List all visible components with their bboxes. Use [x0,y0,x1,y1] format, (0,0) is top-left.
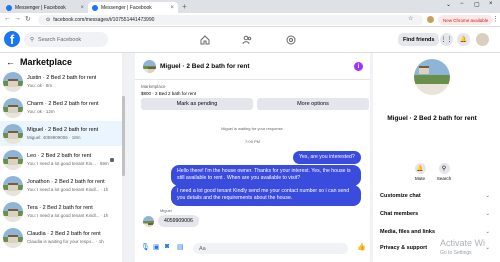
maximize-button[interactable]: ▢ [474,1,480,8]
conversation-item-active[interactable]: Miguel · 2 Bed 2 bath for rent Miguel: 40… [0,121,122,146]
messenger-favicon-icon [92,4,98,11]
tab-search-icon[interactable]: ⌄ [446,1,451,8]
site-info-icon[interactable]: ⊙ [46,17,50,23]
facebook-logo-icon[interactable]: f [4,31,20,47]
tab-close-icon[interactable]: × [80,5,84,11]
notifications-icon[interactable]: 🔔 [457,33,470,46]
mark-pending-button[interactable]: Mark as pending [141,98,253,110]
info-icon[interactable]: i [354,62,363,71]
listing-thumbnail [3,227,23,248]
facebook-header: f ⚲ Search Facebook Find friends ⋮⋮ 🔔 [0,27,500,53]
activate-windows-subtext: Go to Settings [440,250,472,256]
minimize-button[interactable]: − [460,1,464,7]
gif-icon[interactable]: ▤ [177,243,184,251]
search-input[interactable]: ⚲ Search Facebook [24,32,108,47]
more-options-button[interactable]: More options [257,98,369,110]
search-icon: ⚲ [438,163,450,174]
listing-thumbnail [3,175,23,196]
outgoing-message: I need a lot good tenant Kindly send me … [171,185,361,206]
back-arrow-icon[interactable]: ← [6,57,15,67]
close-window-button[interactable]: × [489,1,493,7]
message-sender: Miguel [160,208,172,213]
chat-header: Miguel · 2 Bed 2 bath for rent i [135,53,370,80]
chat-panel: Miguel · 2 Bed 2 bath for rent i Marketp… [135,53,370,262]
url-text: facebook.com/messages/t/107551441473990 [53,17,155,23]
menu-grid-icon[interactable]: ⋮⋮ [440,33,453,46]
profile-avatar [414,59,450,95]
back-icon[interactable]: ← [4,15,11,22]
message-timestamp: 7:09 PM [245,139,260,144]
microphone-icon[interactable]: 🎙 [141,243,150,251]
friends-icon[interactable] [240,33,254,47]
chevron-down-icon: ⌄ [485,211,490,217]
home-icon[interactable] [198,33,212,47]
search-conversation-button[interactable]: ⚲ Search [432,163,456,181]
like-icon[interactable]: 👍 [357,243,366,251]
chevron-down-icon: ⌄ [485,229,490,235]
browser-tab-2[interactable]: Messenger | Facebook × [88,2,178,13]
listing-thumbnail [3,149,23,170]
conversation-item[interactable]: Justin · 2 Bed 2 bath for rent You: ok · … [0,69,122,94]
listing-thumbnail [3,201,23,222]
new-chrome-available-button[interactable]: New Chrome available [438,15,494,25]
waiting-notice: Miguel is waiting for your response. [221,126,284,131]
conversation-item[interactable]: Jonathon · 2 Bed 2 bath for rent You: I n… [0,173,122,198]
conversation-item[interactable]: Tera · 2 Bed 2 bath for rent You: I need … [0,199,122,224]
message-input[interactable]: Aa [193,243,348,254]
chevron-down-icon: ⌄ [485,245,490,251]
account-avatar[interactable] [476,33,489,46]
new-tab-button[interactable]: + [182,2,187,11]
mute-button[interactable]: 🔔 Mute [408,163,432,181]
profile-name: Miguel · 2 Bed 2 bath for rent [387,115,477,122]
conversation-item[interactable]: Charm · 2 Bed 2 bath for rent You: ok · 1… [0,95,122,120]
tab-close-icon[interactable]: × [170,5,174,11]
outgoing-message: Yes, are you interested? [293,151,361,165]
sticker-icon[interactable]: ◙ [165,243,169,250]
profile-avatar[interactable] [427,16,434,23]
sender-avatar [143,216,154,227]
conversation-item[interactable]: Leo · 2 Bed 2 bath for rent You: I need a… [0,147,122,172]
reload-icon[interactable]: ↻ [25,15,31,23]
groups-icon[interactable] [284,33,298,47]
incoming-message: 4059909006 [158,215,199,227]
browser-tab-1[interactable]: Messenger | Facebook × [2,2,88,13]
unread-indicator-icon [110,158,114,162]
search-icon: ⚲ [30,36,35,43]
chat-avatar[interactable] [143,60,156,73]
url-input[interactable]: ⊙ facebook.com/messages/t/10755144147399… [38,15,423,25]
message-composer: 🎙 ▣ ◙ ▤ Aa 👍 [135,240,370,257]
address-bar-row: ← → ↻ ⊙ facebook.com/messages/t/10755144… [0,13,500,27]
messenger-favicon-icon [6,4,12,11]
sidebar-scrollbar-thumb[interactable] [122,96,125,176]
chat-members-row[interactable]: Chat members ⌄ [380,211,490,217]
conversation-item[interactable]: Claudia · 2 Bed 2 bath for rent Claudia i… [0,225,122,250]
chat-title[interactable]: Miguel · 2 Bed 2 bath for rent [160,63,250,70]
outgoing-message: Hello there! I'm the house owner. Thanks… [171,165,361,186]
activate-windows-watermark: Activate Wi [440,238,486,248]
bookmark-star-icon[interactable]: ☆ [408,15,413,22]
browser-menu-icon[interactable]: ⋮ [492,15,499,23]
find-friends-button[interactable]: Find friends [398,33,440,46]
forward-icon[interactable]: → [14,15,21,22]
media-files-links-row[interactable]: Media, files and links ⌄ [380,229,490,235]
image-icon[interactable]: ▣ [153,243,160,251]
marketplace-sidebar: ← Marketplace Justin · 2 Bed 2 bath for … [0,53,124,262]
marketplace-label: Marketplace [141,84,166,89]
conversation-info-panel: Miguel · 2 Bed 2 bath for rent 🔔 Mute ⚲ … [373,53,500,262]
page-title: Marketplace [20,57,73,67]
chevron-down-icon: ⌄ [485,193,490,199]
tab-label: Messenger | Facebook [101,4,152,11]
listing-price[interactable]: $800 · 2 Bed 2 bath for rent [141,91,196,96]
customize-chat-row[interactable]: Customize chat ⌄ [380,193,490,199]
listing-thumbnail [3,71,23,92]
sidebar-header: ← Marketplace [6,57,72,67]
listing-thumbnail [3,97,23,118]
listing-thumbnail [3,123,23,144]
bell-icon: 🔔 [414,163,426,174]
tab-label: Messenger | Facebook [15,4,66,11]
